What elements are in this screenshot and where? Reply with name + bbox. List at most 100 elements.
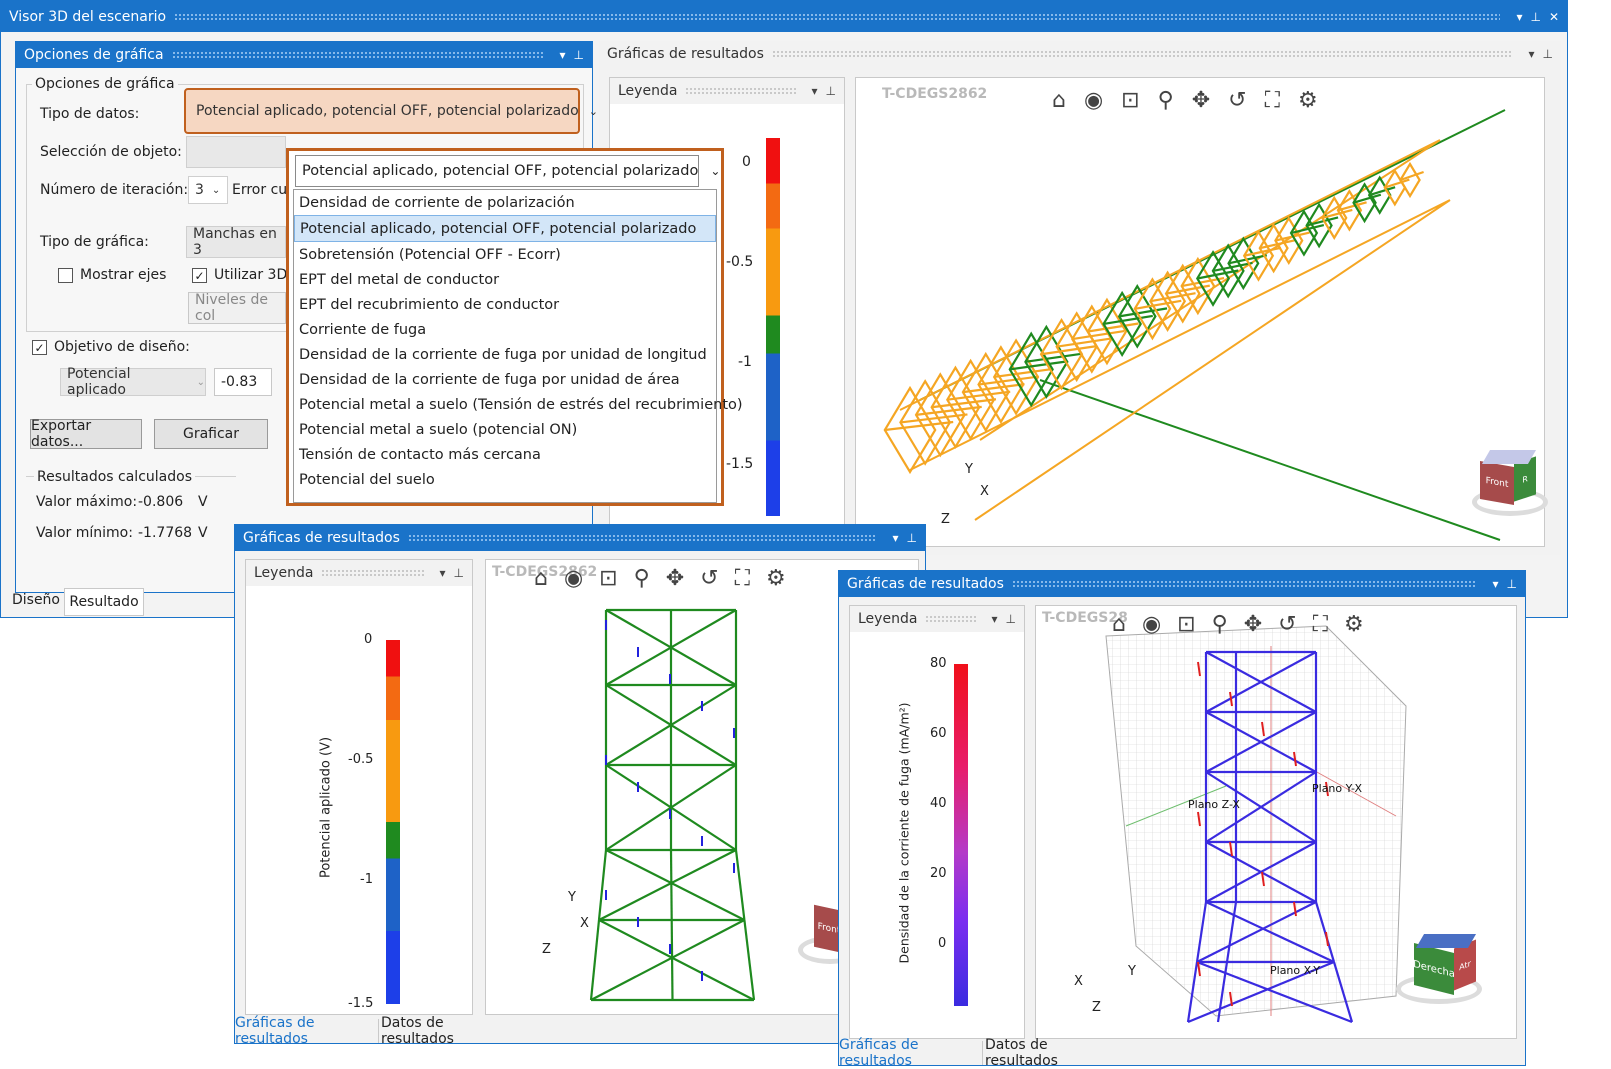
graficar-button[interactable]: Graficar (154, 419, 268, 449)
pin-icon[interactable]: ⊥ (1006, 612, 1016, 626)
view-cube-third[interactable]: Derecha Atr (1396, 930, 1496, 1010)
titlebar-grip (1011, 580, 1477, 588)
pin-icon[interactable]: ⊥ (907, 531, 917, 545)
dropdown-option[interactable]: Densidad de la corriente de fuga por uni… (294, 367, 716, 392)
pin-icon[interactable]: ⊥ (1543, 47, 1553, 61)
legend-titlebar[interactable]: Leyenda ▾ ⊥ (246, 560, 472, 586)
close-icon[interactable]: ✕ (1549, 10, 1559, 24)
view-cube-main[interactable]: Front R (1468, 450, 1550, 520)
eye-icon[interactable]: ◉ (1142, 612, 1161, 644)
pin-icon[interactable]: ⊥ (1530, 10, 1540, 24)
graph-second-title: Gráficas de resultados (243, 530, 400, 546)
legend-titlebar[interactable]: Leyenda ▾ ⊥ (610, 78, 844, 104)
dropdown-combo[interactable]: Potencial aplicado, potencial OFF, poten… (295, 155, 720, 187)
dropdown-option[interactable]: Potencial del suelo (294, 467, 716, 492)
tab-graficas-label: Gráficas de resultados (235, 1015, 315, 1047)
graph-main-titlebar[interactable]: Gráficas de resultados ▾ ⊥ (599, 41, 1561, 67)
dropdown-option[interactable]: Sobretensión (Potencial OFF - Ecorr) (294, 242, 716, 267)
pan-icon[interactable]: ✥ (1244, 612, 1262, 644)
scale-tick-label: 0 (364, 632, 373, 647)
rotate-icon[interactable]: ↺ (1278, 612, 1296, 644)
tab-graficas-label: Gráficas de resultados (839, 1037, 919, 1069)
zoom-icon[interactable]: ⚲ (634, 566, 650, 598)
graph-second-window: Gráficas de resultados ▾ ⊥ Leyenda ▾ ⊥ 0… (234, 524, 926, 1047)
pin-icon[interactable]: ⊥ (454, 566, 464, 580)
dropdown-option[interactable]: EPT del metal de conductor (294, 267, 716, 292)
numero-iteracion-value: 3 (195, 182, 204, 198)
options-panel-titlebar[interactable]: Opciones de gráfica ▾ ⊥ (16, 42, 592, 68)
exportar-datos-button[interactable]: Exportar datos... (30, 418, 142, 450)
tab-graficas-third[interactable]: Gráficas de resultados (839, 1037, 983, 1069)
scale-tick-label: -0.5 (726, 254, 754, 270)
scale-tick-label: -1 (738, 354, 752, 370)
tipo-datos-combo[interactable]: Potencial aplicado, potencial OFF, poten… (184, 88, 598, 134)
dropdown-option[interactable]: Potencial metal a suelo (potencial ON) (294, 417, 716, 442)
legend-titlebar[interactable]: Leyenda ▾ ⊥ (850, 606, 1024, 632)
graph-third-titlebar[interactable]: Gráficas de resultados ▾ ⊥ (839, 571, 1525, 597)
mostrar-ejes-checkbox[interactable] (58, 268, 73, 283)
tipo-grafica-combo[interactable]: Manchas en 3 (186, 226, 286, 258)
main-window-titlebar[interactable]: Visor 3D del escenario ▾ ⊥ ✕ (1, 1, 1567, 32)
pin-icon[interactable]: ⊥ (1507, 577, 1517, 591)
pan-icon[interactable]: ✥ (666, 566, 684, 598)
objetivo-tipo-combo[interactable]: Potencial aplicado ⌄ (60, 366, 206, 398)
dropdown-arrow-icon[interactable]: ▾ (1493, 577, 1499, 591)
rotate-icon[interactable]: ↺ (700, 566, 718, 598)
dropdown-option[interactable]: Potencial metal a suelo (Tensión de estr… (294, 392, 743, 417)
seleccion-objeto-combo[interactable] (186, 136, 286, 168)
legend-panel-second: Leyenda ▾ ⊥ 0 -0.5 -1 -1.5 Potencial apl… (245, 559, 473, 1015)
zoom-box-icon[interactable]: ⊡ (599, 566, 617, 598)
graph-second-titlebar[interactable]: Gráficas de resultados ▾ ⊥ (235, 525, 925, 551)
error-label: Error cu (232, 182, 288, 198)
objetivo-tipo-value: Potencial aplicado (67, 366, 131, 398)
dropdown-arrow-icon[interactable]: ▾ (1516, 10, 1522, 24)
resultados-title: Resultados calculados (34, 469, 195, 485)
settings-icon[interactable]: ⚙ (1344, 612, 1364, 644)
tab-datos-second[interactable]: Datos de resultados (381, 1015, 513, 1047)
cube-front-face[interactable]: Front (1480, 461, 1514, 505)
legend-title: Leyenda (254, 565, 314, 581)
niveles-input[interactable]: Niveles de col (188, 292, 286, 324)
dropdown-arrow-icon[interactable]: ▾ (893, 531, 899, 545)
tab-graficas-second[interactable]: Gráficas de resultados (235, 1015, 379, 1047)
dropdown-option[interactable]: Tensión de contacto más cercana (294, 442, 716, 467)
dropdown-arrow-icon[interactable]: ▾ (560, 48, 566, 62)
dropdown-option[interactable]: Densidad de corriente de polarización (294, 190, 716, 215)
dropdown-option[interactable]: Densidad de la corriente de fuga por uni… (294, 342, 716, 367)
tab-diseno[interactable]: Diseño (9, 587, 63, 613)
eye-icon[interactable]: ◉ (564, 566, 583, 598)
home-icon[interactable]: ⌂ (1112, 612, 1126, 644)
dropdown-arrow-icon[interactable]: ▾ (992, 612, 998, 626)
numero-iteracion-combo[interactable]: 3 ⌄ (188, 176, 228, 204)
chevron-down-icon: ⌄ (710, 164, 721, 178)
tab-datos-third[interactable]: Datos de resultados (985, 1037, 1117, 1069)
dropdown-arrow-icon[interactable]: ▾ (440, 566, 446, 580)
settings-icon[interactable]: ⚙ (766, 566, 786, 598)
dropdown-option[interactable]: EPT del recubrimiento de conductor (294, 292, 716, 317)
dropdown-arrow-icon[interactable]: ▾ (1529, 47, 1535, 61)
pin-icon[interactable]: ⊥ (826, 84, 836, 98)
zoom-icon[interactable]: ⚲ (1212, 612, 1228, 644)
tab-datos-label: Datos de resultados (381, 1015, 454, 1047)
scale-title: Densidad de la corriente de fuga (mA/m²) (896, 702, 912, 964)
valor-maximo-unit: V (198, 494, 208, 510)
objetivo-checkbox[interactable]: ✓ (32, 340, 47, 355)
dropdown-option-selected[interactable]: Potencial aplicado, potencial OFF, poten… (294, 215, 716, 242)
fit-icon[interactable]: ⛶ (1313, 612, 1328, 644)
cube-front-label: Front (817, 921, 841, 937)
zoom-box-icon[interactable]: ⊡ (1177, 612, 1195, 644)
objetivo-valor-input[interactable]: -0.83 (214, 368, 272, 396)
pin-icon[interactable]: ⊥ (574, 48, 584, 62)
home-icon[interactable]: ⌂ (534, 566, 548, 598)
dropdown-option[interactable]: Corriente de fuga (294, 317, 716, 342)
axis-y-label: Y (1128, 964, 1136, 979)
scale-tick-label: 0 (938, 936, 947, 951)
utilizar-3d-checkbox[interactable]: ✓ (192, 268, 207, 283)
cube-top-face (1415, 934, 1477, 948)
scale-tick-label: 0 (742, 154, 751, 170)
main-window-title: Visor 3D del escenario (9, 8, 167, 25)
fit-icon[interactable]: ⛶ (735, 566, 750, 598)
viewport-third[interactable]: T-CDEGS28 ⌂ ◉ ⊡ ⚲ ✥ ↺ ⛶ ⚙ Plano Y-X Plan… (1035, 605, 1517, 1039)
dropdown-arrow-icon[interactable]: ▾ (812, 84, 818, 98)
tab-resultado[interactable]: Resultado (64, 588, 144, 616)
